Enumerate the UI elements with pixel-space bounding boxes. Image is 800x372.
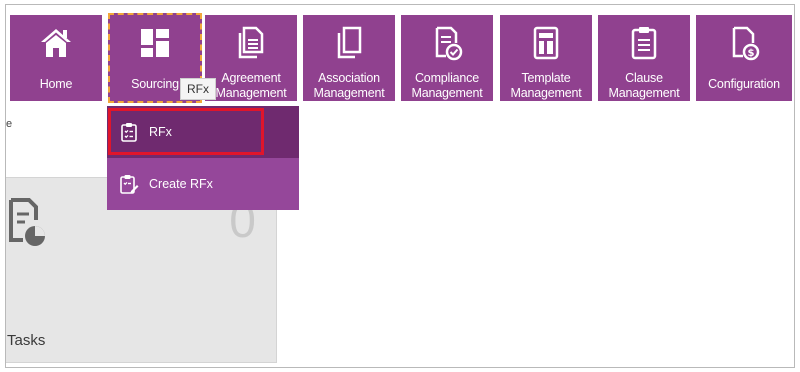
document-chart-icon [7, 196, 49, 253]
nav-tile-agreement-management[interactable]: Agreement Management [205, 15, 297, 101]
clipboard-icon [598, 24, 690, 62]
truncated-text: e [6, 118, 13, 130]
nav-label-configuration: Configuration [708, 77, 780, 91]
clipboard-edit-icon [119, 174, 139, 194]
nav-label-association: Association Management [313, 71, 385, 100]
home-icon [10, 24, 102, 62]
dropdown-label-create-rfx: Create RFx [149, 177, 213, 191]
document-check-icon [401, 24, 493, 62]
template-icon [500, 24, 592, 62]
sourcing-dropdown-menu: RFx Create RFx [107, 106, 299, 210]
nav-tile-clause-management[interactable]: Clause Management [598, 15, 690, 101]
nav-label-home: Home [39, 77, 73, 91]
nav-label-clause: Clause Management [608, 71, 680, 100]
nav-label-template: Template Management [510, 71, 582, 100]
dropdown-item-rfx[interactable]: RFx [107, 106, 299, 158]
nav-tile-configuration[interactable]: $ Configuration [696, 15, 792, 101]
grid-icon [110, 24, 200, 62]
nav-tile-compliance-management[interactable]: Compliance Management [401, 15, 493, 101]
dropdown-label-rfx: RFx [149, 125, 172, 139]
tooltip-rfx: RFx [180, 78, 216, 100]
documents-icon [205, 24, 297, 62]
nav-tile-association-management[interactable]: Association Management [303, 15, 395, 101]
document-dollar-icon: $ [696, 24, 792, 62]
dropdown-item-create-rfx[interactable]: Create RFx [107, 158, 299, 210]
app-window: Home Sourcing Agreement Management Assoc… [5, 4, 795, 368]
copy-icon [303, 24, 395, 62]
nav-tile-template-management[interactable]: Template Management [500, 15, 592, 101]
nav-label-agreement: Agreement Management [215, 71, 287, 100]
tasks-label: Tasks [7, 332, 46, 349]
nav-tile-home[interactable]: Home [10, 15, 102, 101]
clipboard-list-icon [119, 122, 139, 142]
nav-label-compliance: Compliance Management [411, 71, 483, 100]
svg-text:$: $ [748, 48, 755, 59]
